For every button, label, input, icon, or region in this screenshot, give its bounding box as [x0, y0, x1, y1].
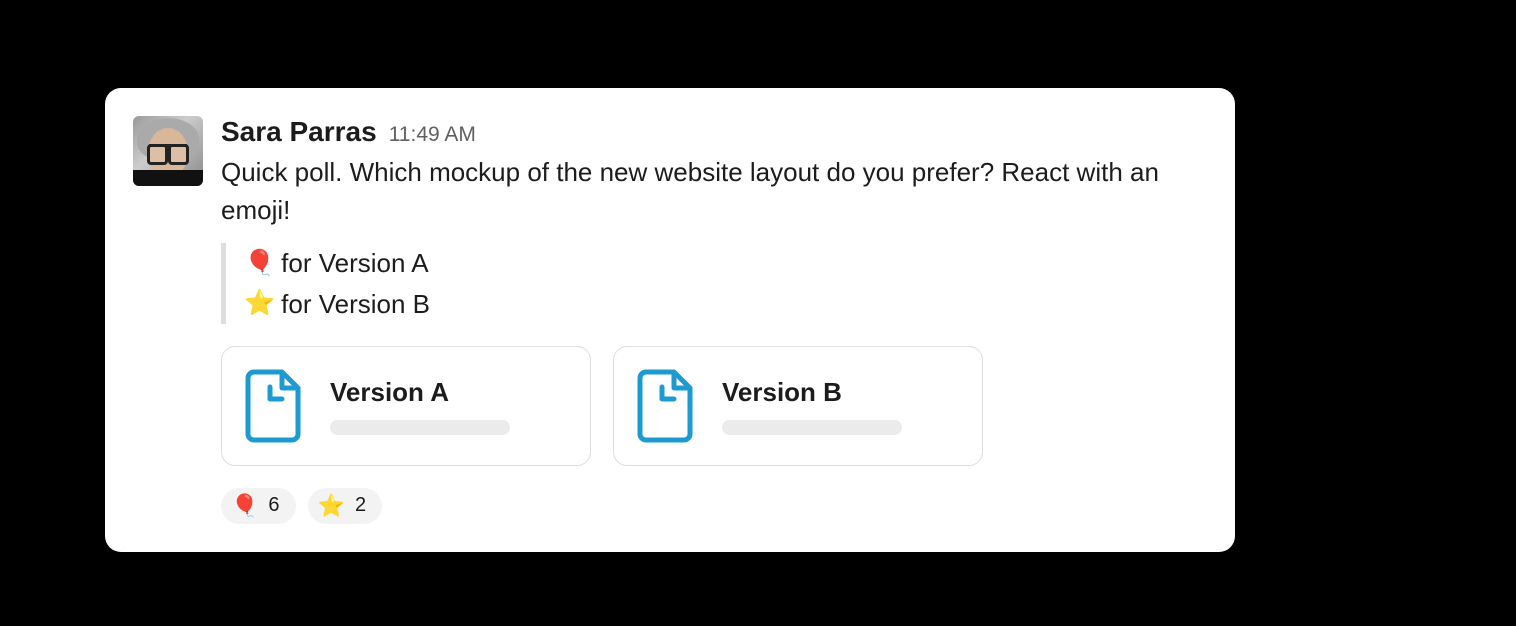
timestamp[interactable]: 11:49 AM [389, 123, 476, 147]
reaction-count: 2 [355, 494, 366, 517]
file-attachment[interactable]: Version A [221, 346, 591, 466]
reaction-count: 6 [268, 494, 279, 517]
message-header: Sara Parras 11:49 AM [221, 116, 1203, 148]
poll-option-label: for Version B [281, 284, 430, 324]
slack-message: Sara Parras 11:49 AM Quick poll. Which m… [105, 88, 1235, 552]
balloon-icon: 🎈 [231, 493, 258, 519]
star-icon: ⭐ [244, 284, 275, 323]
star-icon: ⭐ [318, 493, 345, 519]
attachments-row: Version A Version B [221, 346, 1203, 466]
attachment-subtitle-placeholder [330, 420, 510, 435]
reaction-star[interactable]: ⭐ 2 [308, 488, 383, 524]
reactions-row: 🎈 6 ⭐ 2 [221, 488, 1203, 524]
message-body: Quick poll. Which mockup of the new webs… [221, 154, 1203, 229]
file-attachment[interactable]: Version B [613, 346, 983, 466]
reaction-balloon[interactable]: 🎈 6 [221, 488, 296, 524]
attachment-meta: Version B [722, 377, 960, 435]
poll-option: 🎈 for Version A [244, 243, 1203, 283]
poll-option-label: for Version A [281, 243, 428, 283]
message-content: Sara Parras 11:49 AM Quick poll. Which m… [221, 116, 1203, 524]
file-icon [244, 368, 304, 444]
poll-options-block: 🎈 for Version A ⭐ for Version B [221, 243, 1203, 324]
attachment-meta: Version A [330, 377, 568, 435]
attachment-title: Version B [722, 377, 960, 408]
avatar[interactable] [133, 116, 203, 186]
attachment-title: Version A [330, 377, 568, 408]
file-icon [636, 368, 696, 444]
poll-option: ⭐ for Version B [244, 284, 1203, 324]
author-name[interactable]: Sara Parras [221, 116, 377, 148]
attachment-subtitle-placeholder [722, 420, 902, 435]
balloon-icon: 🎈 [244, 244, 275, 283]
